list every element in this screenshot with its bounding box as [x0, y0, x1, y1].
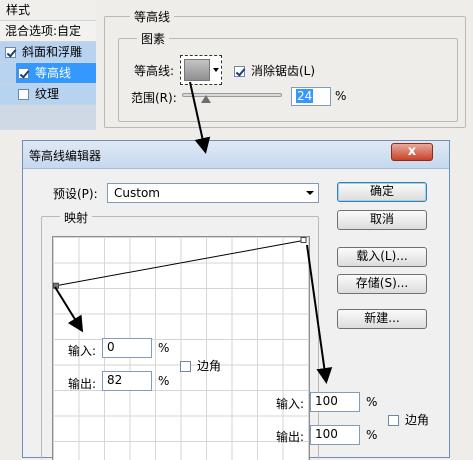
dialog-title: 等高线编辑器	[29, 149, 102, 163]
right-corner-checkbox[interactable]	[388, 415, 399, 426]
right-corner-option[interactable]: 边角	[388, 411, 429, 428]
right-output-value: 100	[315, 427, 338, 441]
left-output-unit: %	[158, 374, 170, 388]
right-corner-label: 边角	[405, 413, 430, 427]
left-output-field[interactable]: 82	[102, 371, 152, 391]
left-corner-label: 边角	[197, 359, 222, 373]
range-slider-track[interactable]	[182, 93, 282, 97]
contour-label: 等高线:	[134, 64, 175, 78]
curve-point-left[interactable]	[53, 282, 59, 289]
antialias-checkbox[interactable]	[234, 66, 245, 77]
preset-label: 预设(P):	[53, 187, 98, 201]
left-input-value: 0	[107, 340, 115, 354]
left-corner-option[interactable]: 边角	[180, 357, 221, 374]
texture-checkbox[interactable]	[18, 89, 29, 100]
contour-section-title: 等高线	[130, 8, 175, 25]
range-slider-thumb[interactable]	[201, 95, 211, 103]
left-input-unit: %	[158, 341, 170, 355]
right-input-label: 输入:	[276, 397, 305, 411]
curve-point-right[interactable]	[300, 237, 307, 243]
range-input[interactable]: 24	[291, 87, 331, 106]
mapping-label: 映射	[60, 209, 93, 226]
style-item-label: 混合选项:自定	[5, 24, 82, 38]
styles-header: 样式	[0, 0, 96, 21]
left-corner-checkbox[interactable]	[180, 361, 191, 372]
save-button[interactable]: 存储(S)...	[337, 274, 427, 294]
new-button[interactable]: 新建...	[337, 309, 427, 329]
ok-button[interactable]: 确定	[337, 182, 427, 202]
elements-group-title: 图素	[137, 30, 170, 47]
right-input-unit: %	[366, 395, 378, 409]
range-value: 24	[296, 89, 314, 103]
bevel-emboss-checkbox[interactable]	[5, 47, 16, 58]
right-input-value: 100	[315, 394, 338, 408]
style-item-contour[interactable]: 等高线	[0, 63, 96, 84]
antialias-option[interactable]: 消除锯齿(L)	[234, 62, 315, 79]
style-item-label: 斜面和浮雕	[22, 45, 83, 59]
range-unit: %	[335, 89, 347, 103]
chevron-down-icon[interactable]	[306, 191, 314, 195]
left-input-field[interactable]: 0	[102, 338, 152, 358]
cancel-button[interactable]: 取消	[337, 210, 427, 230]
close-button[interactable]: x	[391, 143, 433, 161]
load-button[interactable]: 载入(L)...	[337, 247, 427, 267]
contour-checkbox[interactable]	[18, 68, 29, 79]
dialog-title-bar[interactable]: 等高线编辑器 x	[23, 141, 449, 169]
right-output-field[interactable]: 100	[310, 425, 360, 445]
contour-curve[interactable]	[55, 239, 307, 287]
style-item-bevel-emboss[interactable]: 斜面和浮雕	[0, 42, 96, 63]
left-output-label: 输出:	[68, 377, 97, 391]
right-input-field[interactable]: 100	[310, 392, 360, 412]
range-label: 范围(R):	[131, 91, 177, 105]
preset-select[interactable]: Custom	[107, 183, 319, 203]
style-item-label: 等高线	[35, 66, 72, 80]
close-icon: x	[407, 144, 417, 159]
styles-panel-empty	[0, 105, 96, 130]
styles-panel: 样式 混合选项:自定 斜面和浮雕 等高线 纹理	[0, 0, 96, 130]
chevron-down-icon[interactable]	[213, 68, 219, 72]
style-item-texture[interactable]: 纹理	[0, 84, 96, 105]
elements-group	[118, 38, 458, 122]
contour-editor-dialog: 等高线编辑器 x 预设(P): Custom 映射 输入: 0 % 输出: 82…	[22, 140, 450, 460]
contour-thumbnail[interactable]	[184, 59, 210, 81]
style-item-blending-options[interactable]: 混合选项:自定	[0, 21, 96, 42]
preset-value: Custom	[114, 186, 160, 200]
contour-picker[interactable]	[180, 55, 222, 85]
right-output-label: 输出:	[276, 430, 305, 444]
left-output-value: 82	[107, 373, 123, 387]
style-item-label: 纹理	[35, 87, 60, 101]
right-output-unit: %	[366, 428, 378, 442]
left-input-label: 输入:	[68, 344, 97, 358]
antialias-label: 消除锯齿(L)	[251, 64, 316, 78]
